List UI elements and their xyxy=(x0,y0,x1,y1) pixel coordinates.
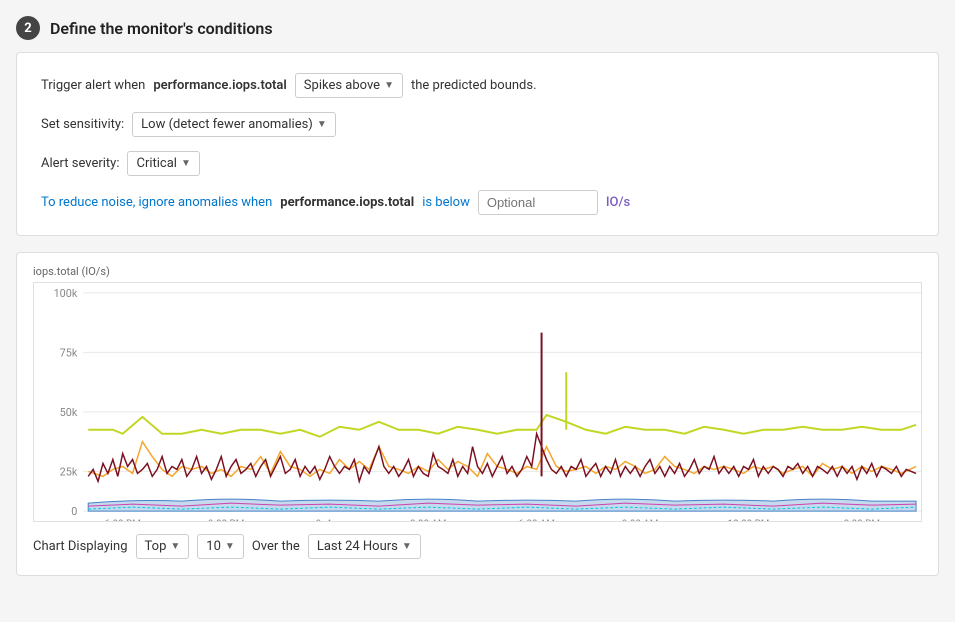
severity-label: Alert severity: xyxy=(41,156,119,171)
chart-svg: 100k 75k 50k 25k 0 6:00 PM 9:00 PM 9. Au… xyxy=(34,283,921,521)
svg-text:9. Aug: 9. Aug xyxy=(316,519,344,521)
top-dropdown[interactable]: Top ▼ xyxy=(136,534,190,559)
chart-container: 100k 75k 50k 25k 0 6:00 PM 9:00 PM 9. Au… xyxy=(33,282,922,522)
range-caret-icon: ▼ xyxy=(402,541,412,552)
svg-text:9:00 PM: 9:00 PM xyxy=(208,519,244,521)
range-dropdown[interactable]: Last 24 Hours ▼ xyxy=(308,534,421,559)
chart-ylabel: iops.total (IO/s) xyxy=(33,265,922,278)
svg-text:6:00 AM: 6:00 AM xyxy=(518,519,554,521)
severity-row: Alert severity: Critical ▼ xyxy=(41,151,914,176)
step-badge: 2 xyxy=(16,16,40,40)
noise-row: To reduce noise, ignore anomalies when p… xyxy=(41,190,914,215)
svg-text:6:00 PM: 6:00 PM xyxy=(105,519,141,521)
noise-middle: is below xyxy=(422,195,470,210)
severity-caret-icon: ▼ xyxy=(181,158,191,169)
count-dropdown[interactable]: 10 ▼ xyxy=(197,534,244,559)
sensitivity-caret-icon: ▼ xyxy=(317,119,327,130)
section-title: Define the monitor's conditions xyxy=(50,19,273,38)
chart-card: iops.total (IO/s) 100k 75k 50k 25k 0 6:0… xyxy=(16,252,939,576)
noise-prefix: To reduce noise, ignore anomalies when xyxy=(41,195,272,210)
svg-text:9:00 AM: 9:00 AM xyxy=(622,519,658,521)
svg-text:100k: 100k xyxy=(54,287,78,300)
svg-text:25k: 25k xyxy=(60,465,78,478)
severity-dropdown[interactable]: Critical ▼ xyxy=(127,151,199,176)
sensitivity-row: Set sensitivity: Low (detect fewer anoma… xyxy=(41,112,914,137)
trigger-row: Trigger alert when performance.iops.tota… xyxy=(41,73,914,98)
trigger-dropdown[interactable]: Spikes above ▼ xyxy=(295,73,403,98)
trigger-suffix: the predicted bounds. xyxy=(411,78,537,93)
noise-unit: IO/s xyxy=(606,195,630,210)
sensitivity-dropdown[interactable]: Low (detect fewer anomalies) ▼ xyxy=(132,112,336,137)
section-header: 2 Define the monitor's conditions xyxy=(16,16,939,40)
svg-text:75k: 75k xyxy=(60,346,78,359)
top-caret-icon: ▼ xyxy=(170,541,180,552)
chart-footer: Chart Displaying Top ▼ 10 ▼ Over the Las… xyxy=(33,534,922,559)
svg-text:3:00 AM: 3:00 AM xyxy=(410,519,446,521)
trigger-prefix: Trigger alert when xyxy=(41,78,145,93)
sensitivity-label: Set sensitivity: xyxy=(41,117,124,132)
count-caret-icon: ▼ xyxy=(225,541,235,552)
conditions-card: Trigger alert when performance.iops.tota… xyxy=(16,52,939,236)
trigger-caret-icon: ▼ xyxy=(384,80,394,91)
svg-text:3:00 PM: 3:00 PM xyxy=(844,519,880,521)
trigger-metric: performance.iops.total xyxy=(153,78,286,93)
noise-metric: performance.iops.total xyxy=(280,195,414,210)
noise-threshold-input[interactable] xyxy=(478,190,598,215)
chart-displaying-label: Chart Displaying xyxy=(33,539,128,554)
svg-text:50k: 50k xyxy=(60,406,78,419)
over-label: Over the xyxy=(252,539,300,554)
svg-text:12:00 PM: 12:00 PM xyxy=(728,519,770,521)
svg-text:0: 0 xyxy=(71,505,77,518)
